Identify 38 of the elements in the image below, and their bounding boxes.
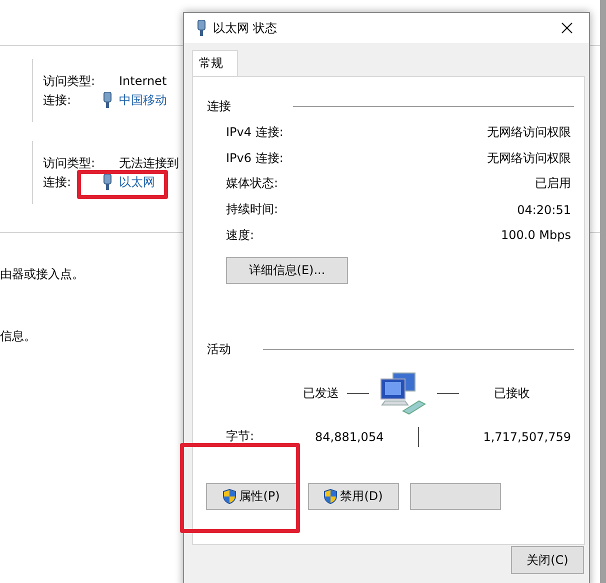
access-type-value: Internet bbox=[119, 74, 167, 88]
field-value: 04:20:51 bbox=[517, 202, 571, 217]
field-label: IPv6 连接: bbox=[226, 150, 284, 167]
description-text: 由器或接入点。 bbox=[0, 266, 84, 283]
shield-icon bbox=[223, 488, 236, 504]
bytes-sent-value: 84,881,054 bbox=[315, 430, 384, 444]
field-value: 100.0 Mbps bbox=[500, 228, 571, 242]
field-label: 速度: bbox=[226, 226, 254, 244]
field-value: 已启用 bbox=[535, 175, 571, 192]
field-label: 访问类型: bbox=[43, 154, 96, 172]
network-plug-icon bbox=[197, 20, 206, 36]
field-value: 无网络访问权限 bbox=[487, 124, 571, 142]
access-type-value: 无法连接到 bbox=[119, 154, 179, 172]
bytes-received-value: 1,717,507,759 bbox=[483, 430, 571, 444]
window-title: 以太网 状态 bbox=[213, 20, 278, 36]
action-button[interactable]: 禁用(D) bbox=[308, 482, 399, 510]
field-label: 连接: bbox=[43, 92, 72, 108]
details-button[interactable]: 详细信息(E)... bbox=[226, 256, 348, 284]
close-button[interactable]: 关闭(C) bbox=[511, 546, 584, 574]
tab[interactable]: 常规 bbox=[192, 50, 238, 76]
field-label: 媒体状态: bbox=[226, 175, 278, 192]
field-label: 连接: bbox=[43, 174, 72, 190]
action-button[interactable]: 属性(P) bbox=[206, 482, 297, 510]
field-label: 持续时间: bbox=[226, 201, 278, 218]
connection-link[interactable]: 以太网 bbox=[119, 174, 155, 190]
section-heading: 连接 bbox=[207, 98, 231, 114]
received-label: 已接收 bbox=[494, 385, 530, 402]
connection-link[interactable]: 中国移动 bbox=[119, 92, 167, 108]
network-plug-icon bbox=[103, 174, 112, 190]
field-label: IPv4 连接: bbox=[226, 124, 284, 142]
field-label: 访问类型: bbox=[43, 72, 96, 90]
network-plug-icon bbox=[103, 92, 112, 108]
description-text: 信息。 bbox=[0, 328, 36, 345]
shield-icon bbox=[324, 488, 338, 504]
section-heading: 活动 bbox=[207, 341, 231, 358]
field-label: 字节: bbox=[226, 428, 256, 446]
sent-label: 已发送 bbox=[303, 385, 339, 402]
field-value: 无网络访问权限 bbox=[487, 150, 571, 167]
